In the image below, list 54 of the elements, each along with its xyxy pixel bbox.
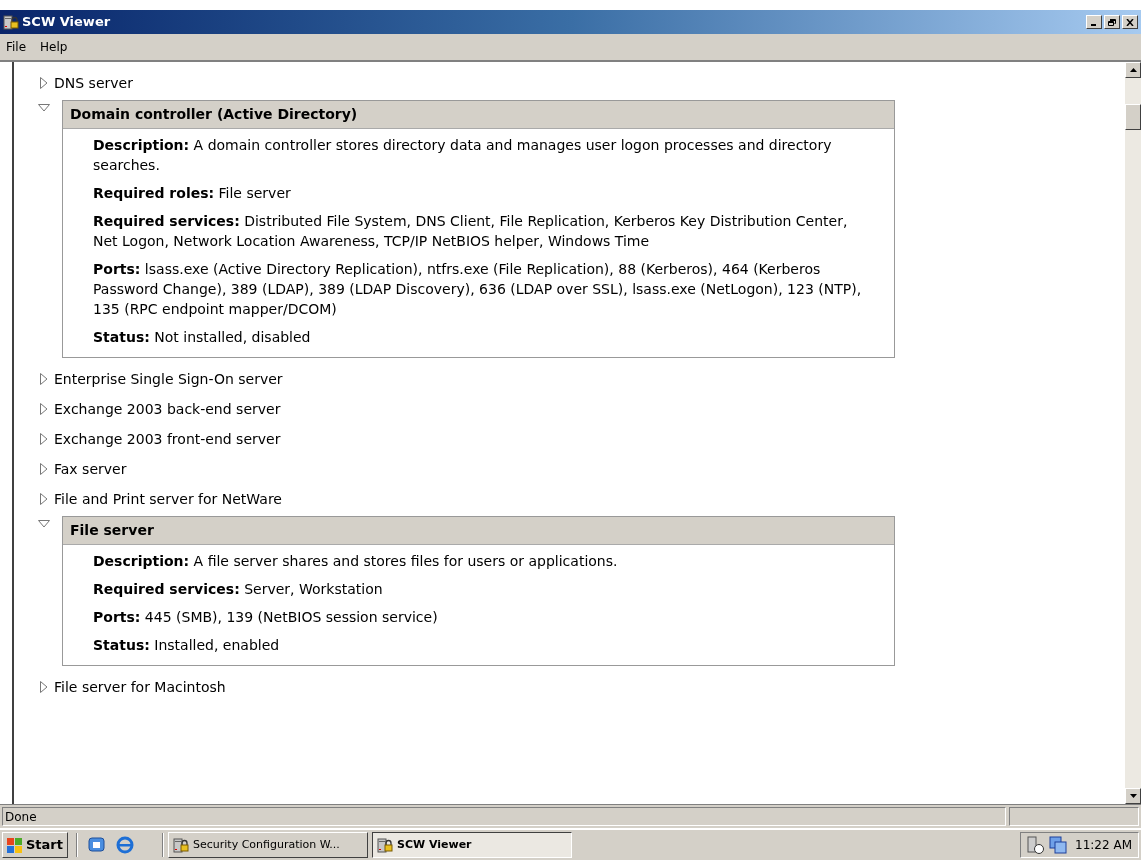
role-heading[interactable]: File server — [63, 517, 894, 545]
detail-text: Required roles: File server — [93, 184, 292, 203]
scroll-up-button[interactable] — [1125, 62, 1141, 78]
taskbar-button[interactable]: SCW Viewer — [372, 832, 572, 858]
expand-arrow-icon[interactable] — [40, 77, 48, 89]
scroll-down-button[interactable] — [1125, 788, 1141, 804]
role-item[interactable]: Enterprise Single Sign-On server — [54, 368, 283, 390]
scroll-thumb[interactable] — [1125, 104, 1141, 130]
scroll-bar[interactable] — [1125, 62, 1141, 804]
menu-item[interactable]: File — [6, 38, 27, 56]
taskbar-button[interactable]: Security Configuration W... — [168, 832, 368, 858]
detail-text: Description: A domain controller stores directory data and manages user logon processes and directory searches. — [93, 136, 833, 175]
lock-icon — [173, 837, 189, 853]
close-button[interactable] — [1122, 15, 1138, 29]
restore-icon — [1108, 18, 1116, 26]
status-text: Done — [5, 808, 37, 826]
detail-text: Ports: 445 (SMB), 139 (NetBIOS session service) — [93, 608, 439, 627]
start-button[interactable]: Start — [2, 832, 68, 858]
menu-item[interactable]: Help — [40, 38, 68, 56]
detail-text: Status: Not installed, disabled — [93, 328, 312, 347]
role-item[interactable]: Exchange 2003 back-end server — [54, 398, 281, 420]
windows-logo-icon — [7, 837, 23, 853]
lock-icon — [377, 837, 393, 853]
role-item[interactable]: File and Print server for NetWare — [54, 488, 282, 510]
expand-arrow-icon[interactable] — [40, 463, 48, 475]
network-icon[interactable] — [1049, 836, 1068, 854]
role-heading[interactable]: Domain controller (Active Directory) — [63, 101, 894, 129]
role-item[interactable]: File server for Macintosh — [54, 676, 226, 698]
expand-arrow-icon[interactable] — [40, 373, 48, 385]
app-icon — [3, 14, 19, 30]
restore-button[interactable] — [1104, 15, 1120, 29]
server-icon[interactable] — [1027, 836, 1046, 854]
collapse-arrow-icon[interactable] — [38, 520, 50, 528]
detail-text: Required services: Server, Workstation — [93, 580, 384, 599]
window-title: SCW Viewer — [22, 13, 112, 32]
detail-text: Ports: lsass.exe (Active Directory Replication), ntfrs.exe (File Replication), 88 (Kerberos), 464 (Kerberos Password Change), 389 (LDAP), 389 (LDAP Discovery), 636 (LDAP over SSL), lsass.exe (NetLogon), 123 (NTP), 135 (RPC endpoint mapper/DCOM) — [93, 260, 863, 319]
expand-arrow-icon[interactable] — [40, 433, 48, 445]
browser-icon[interactable] — [116, 836, 134, 854]
detail-text: Required services: Distributed File System, DNS Client, File Replication, Kerberos Key Distribution Center, Net Logon, Network Location Awareness, TCP/IP NetBIOS helper, Windows Time — [93, 212, 849, 251]
clock: 11:22 AM — [1075, 837, 1132, 854]
detail-text: Status: Installed, enabled — [93, 636, 281, 655]
role-item[interactable]: DNS server — [54, 72, 133, 94]
expand-arrow-icon[interactable] — [40, 681, 48, 693]
role-item[interactable]: Exchange 2003 front-end server — [54, 428, 281, 450]
desktop-icon[interactable] — [88, 836, 106, 854]
role-item[interactable]: Fax server — [54, 458, 127, 480]
expand-arrow-icon[interactable] — [40, 403, 48, 415]
collapse-arrow-icon[interactable] — [38, 104, 50, 112]
down-arrow-icon — [1129, 794, 1137, 798]
up-arrow-icon — [1129, 68, 1137, 72]
expand-arrow-icon[interactable] — [40, 493, 48, 505]
minimize-button[interactable] — [1086, 15, 1102, 29]
detail-text: Description: A file server shares and stores files for users or applications. — [93, 552, 619, 571]
close-icon — [1126, 18, 1134, 26]
